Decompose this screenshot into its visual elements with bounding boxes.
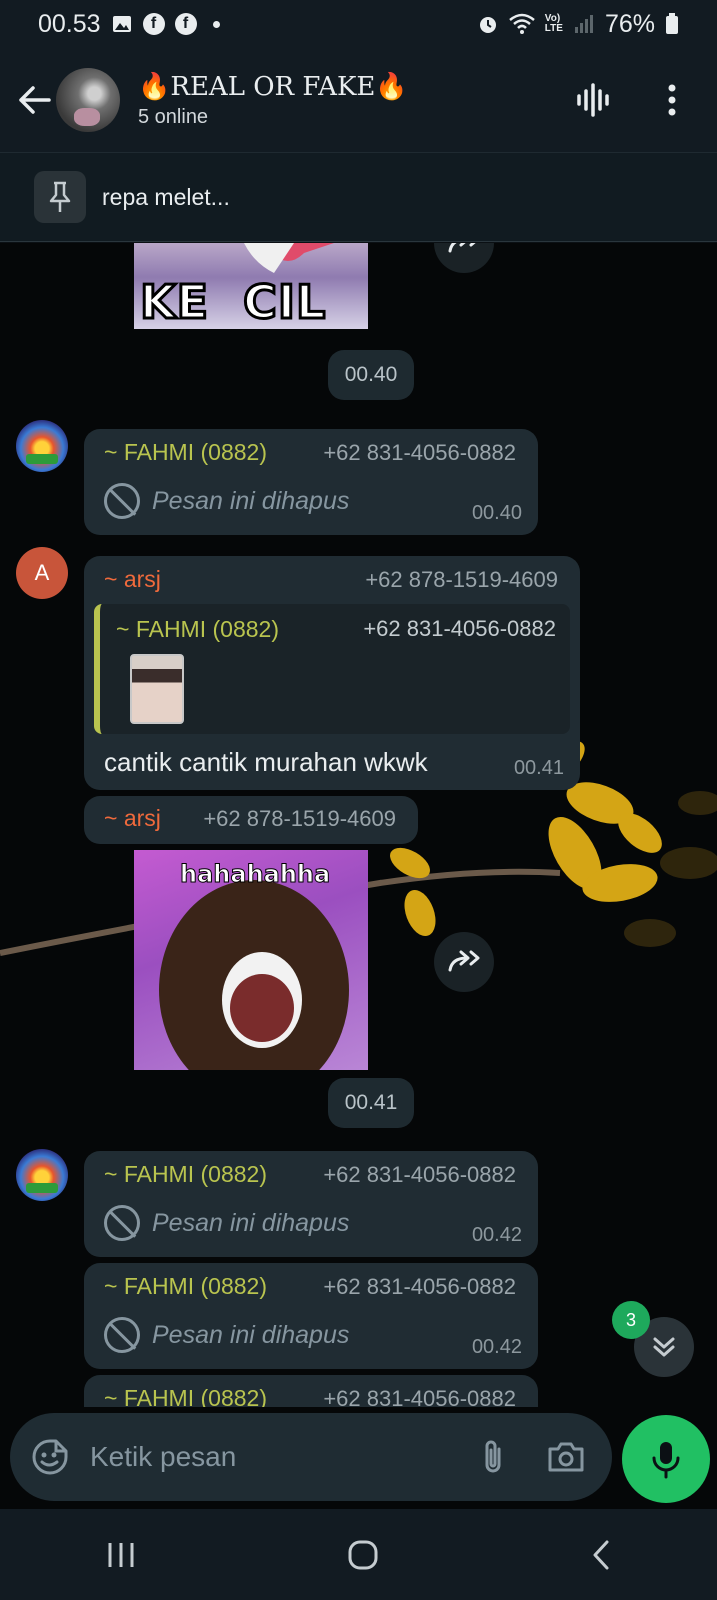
quote-sender: ~ FAHMI (0882) — [116, 616, 279, 642]
sender-name[interactable]: ~ arsj — [104, 566, 161, 593]
sender-name[interactable]: ~ arsj — [104, 805, 161, 832]
sender-phone: +62 831-4056-0882 — [323, 440, 516, 465]
message-bubble[interactable]: ~ FAHMI (0882) +62 831-4056-0882 Pesan i… — [84, 1263, 538, 1369]
forward-button[interactable] — [434, 932, 494, 992]
sticker-icon[interactable] — [30, 1437, 70, 1477]
attach-icon[interactable] — [480, 1437, 506, 1477]
message-input-placeholder: Ketik pesan — [90, 1441, 237, 1472]
message-time: 00.42 — [471, 1336, 522, 1358]
quote-phone: +62 831-4056-0882 — [363, 616, 556, 641]
quoted-message[interactable]: ~ FAHMI (0882) +62 831-4056-0882 — [94, 604, 570, 734]
sender-phone: +62 831-4056-0882 — [323, 1386, 516, 1407]
avatar-fahmi[interactable] — [16, 1149, 68, 1201]
message-bubble[interactable]: ~ FAHMI (0882) +62 831-4056-0882 Pesan i… — [84, 1151, 538, 1257]
home-icon[interactable] — [347, 1539, 379, 1571]
more-notifications-dot — [212, 20, 220, 28]
group-name: 🔥REAL OR FAKE🔥 — [138, 71, 408, 102]
camera-icon[interactable] — [546, 1440, 586, 1474]
unread-count-badge: 3 — [612, 1301, 650, 1339]
time-chip: 00.41 — [328, 1078, 414, 1128]
mic-icon — [652, 1442, 680, 1479]
chat-header: 🔥REAL OR FAKE🔥 5 online — [0, 48, 717, 152]
online-count: 5 online — [138, 105, 209, 128]
sticker-kecil-text: KE CIL — [138, 274, 327, 330]
sticker-laughing[interactable]: hahahahha — [134, 850, 368, 1070]
facebook-icon-2: f — [174, 13, 197, 35]
chat-area[interactable]: KE CIL 00.40 ~ FAHMI (0882) +62 831-4056… — [0, 243, 717, 1407]
deleted-icon — [104, 1205, 140, 1241]
volte-indicator: Vo) LTE — [544, 13, 563, 34]
deleted-icon — [104, 483, 140, 519]
quote-thumbnail — [130, 654, 184, 724]
forward-icon — [448, 950, 480, 972]
battery-icon — [666, 13, 678, 34]
message-input[interactable]: Ketik pesan — [10, 1413, 612, 1501]
status-time: 00.53 — [38, 9, 101, 38]
sticker-kecil[interactable]: KE CIL — [134, 243, 368, 329]
group-avatar[interactable] — [56, 68, 120, 132]
deleted-text: Pesan ini dihapus — [152, 1208, 350, 1237]
deleted-text: Pesan ini dihapus — [152, 486, 350, 515]
sender-name[interactable]: ~ FAHMI (0882) — [104, 1273, 267, 1300]
back-arrow-icon — [19, 86, 51, 114]
wifi-icon — [508, 13, 535, 34]
sticker-sender-chip[interactable]: ~ arsj +62 878-1519-4609 — [84, 796, 418, 844]
alarm-icon — [479, 17, 496, 33]
back-button[interactable] — [12, 78, 56, 122]
deleted-icon — [104, 1317, 140, 1353]
gallery-icon — [112, 16, 131, 32]
message-time: 00.41 — [513, 757, 564, 779]
pinned-message-bar[interactable]: repa melet... — [0, 152, 717, 242]
battery-percent: 76% — [604, 9, 655, 38]
message-text: cantik cantik murahan wkwk — [104, 747, 428, 777]
message-time: 00.40 — [471, 502, 522, 524]
sender-phone: +62 878-1519-4609 — [365, 567, 558, 592]
composer-bar: Ketik pesan — [0, 1407, 717, 1509]
signal-icon — [574, 15, 593, 33]
message-bubble[interactable]: ~ FAHMI (0882) +62 831-4056-0882 Pesan i… — [84, 429, 538, 535]
recent-apps-icon[interactable] — [106, 1541, 136, 1569]
reply-message-bubble[interactable]: ~ arsj +62 878-1519-4609 ~ FAHMI (0882) … — [84, 556, 580, 790]
group-info[interactable]: 🔥REAL OR FAKE🔥 5 online — [138, 72, 408, 129]
message-time: 00.42 — [471, 1224, 522, 1246]
double-chevron-down-icon — [653, 1337, 675, 1357]
voice-record-button[interactable] — [622, 1415, 710, 1503]
system-nav-bar — [0, 1509, 717, 1600]
sender-name[interactable]: ~ FAHMI (0882) — [104, 1385, 267, 1407]
pinned-text: repa melet... — [102, 183, 230, 210]
sender-phone: +62 831-4056-0882 — [323, 1274, 516, 1299]
more-vert-icon[interactable] — [667, 83, 677, 117]
sender-phone: +62 878-1519-4609 — [203, 806, 396, 831]
message-bubble[interactable]: ~ FAHMI (0882) +62 831-4056-0882 — [84, 1375, 538, 1407]
forward-icon — [448, 243, 476, 253]
voice-chat-icon[interactable] — [575, 82, 611, 118]
sender-name[interactable]: ~ FAHMI (0882) — [104, 1161, 267, 1188]
avatar-arsj[interactable]: A — [16, 547, 68, 599]
sticker-laughing-text: hahahahha — [179, 860, 331, 889]
nav-back-icon[interactable] — [591, 1539, 611, 1571]
sender-name[interactable]: ~ FAHMI (0882) — [104, 439, 267, 466]
pin-icon — [34, 171, 86, 223]
status-bar: 00.53 f f Vo) LTE 76% — [0, 0, 717, 48]
time-chip: 00.40 — [328, 350, 414, 400]
facebook-icon: f — [142, 13, 165, 35]
avatar-fahmi[interactable] — [16, 420, 68, 472]
deleted-text: Pesan ini dihapus — [152, 1320, 350, 1349]
sender-phone: +62 831-4056-0882 — [323, 1162, 516, 1187]
